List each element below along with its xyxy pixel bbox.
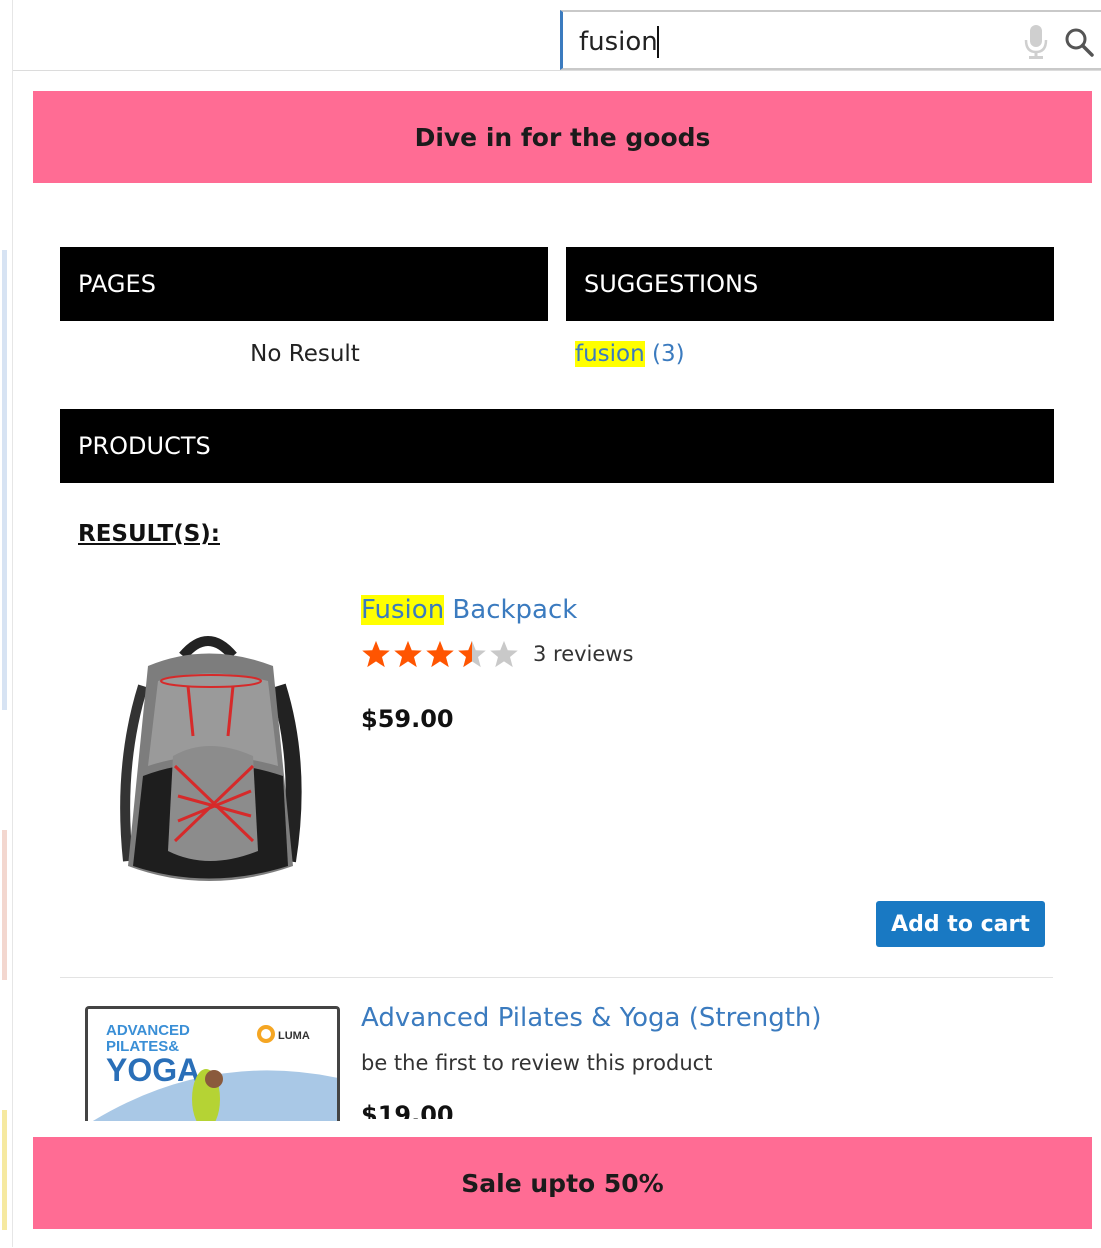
suggestion-highlight: fusion [575, 341, 645, 367]
promo-banner-bottom-text: Sale upto 50% [461, 1168, 664, 1198]
background-accent [2, 830, 7, 980]
product-divider [60, 977, 1053, 978]
pages-no-result: No Result [250, 341, 360, 367]
product-title[interactable]: Advanced Pilates & Yoga (Strength) [361, 1003, 822, 1033]
suggestion-item[interactable]: fusion (3) [575, 341, 685, 367]
product-title-highlight: Fusion [361, 595, 445, 625]
suggestion-count: (3) [652, 341, 685, 367]
product-image-backpack[interactable] [103, 626, 313, 906]
cover-line-3: YOGA [106, 1052, 200, 1088]
products-header: PRODUCTS [60, 409, 1054, 483]
product-title[interactable]: Fusion Backpack [361, 595, 577, 625]
promo-banner-top-text: Dive in for the goods [414, 122, 711, 152]
search-icon[interactable] [1063, 26, 1095, 58]
suggestions-header: SUGGESTIONS [566, 247, 1054, 321]
product-price: $19.00 [361, 1101, 454, 1119]
cover-brand: LUMA [278, 1030, 310, 1042]
cover-line-1: ADVANCED [106, 1022, 190, 1039]
search-autocomplete-dropdown: Dive in for the goods PAGES SUGGESTIONS … [13, 70, 1101, 1248]
search-input[interactable] [579, 24, 999, 60]
star-half-icon [458, 640, 486, 668]
results-label: RESULT(S): [78, 521, 220, 547]
star-empty-icon [490, 640, 518, 668]
review-count-link[interactable]: 3 reviews [533, 642, 633, 666]
product-price: $59.00 [361, 705, 454, 733]
pages-header: PAGES [60, 247, 548, 321]
star-filled-icon [394, 640, 422, 668]
products-header-title: PRODUCTS [78, 432, 211, 460]
text-caret [657, 26, 659, 58]
background-accent [2, 250, 7, 710]
star-filled-icon [362, 640, 390, 668]
background-page-edge [0, 0, 13, 1247]
product-rating[interactable]: 3 reviews [361, 639, 633, 669]
add-to-cart-button[interactable]: Add to cart [876, 901, 1045, 947]
suggestions-header-title: SUGGESTIONS [584, 270, 759, 298]
star-filled-icon [426, 640, 454, 668]
promo-banner-top[interactable]: Dive in for the goods [33, 91, 1092, 183]
promo-banner-bottom[interactable]: Sale upto 50% [33, 1137, 1092, 1229]
microphone-icon[interactable] [1023, 24, 1049, 60]
background-accent [2, 1110, 7, 1230]
pages-header-title: PAGES [78, 270, 156, 298]
product-title-rest: Backpack [444, 595, 578, 625]
dvd-cover-art: ADVANCED PILATES& YOGA LUMA [88, 1009, 337, 1121]
first-review-link[interactable]: be the first to review this product [361, 1051, 712, 1075]
product-image-dvd[interactable]: ADVANCED PILATES& YOGA LUMA [85, 1006, 340, 1121]
search-box[interactable] [560, 10, 1101, 70]
